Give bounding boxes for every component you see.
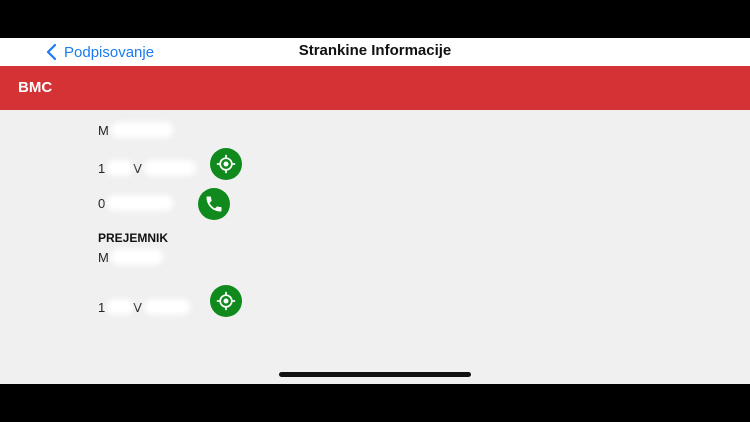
page-title: Strankine Informacije — [298, 42, 452, 59]
sender-address: 1 V — [98, 160, 196, 176]
customer-name: BMC — [18, 79, 53, 96]
redacted-text — [143, 299, 190, 315]
home-indicator[interactable] — [279, 372, 471, 377]
sender-name: M — [98, 122, 173, 138]
location-target-icon — [216, 291, 236, 311]
recipient-label: PREJEMNIK — [98, 231, 169, 245]
recipient-address-street: V — [133, 299, 142, 315]
redacted-text — [107, 195, 174, 211]
sender-name-text: M — [98, 122, 109, 138]
sender-address-street: V — [133, 160, 142, 176]
recipient-location-button[interactable] — [210, 285, 242, 317]
redacted-text — [107, 160, 134, 176]
recipient-name: M — [98, 249, 163, 265]
recipient-name-text: M — [98, 249, 109, 265]
redacted-text — [110, 249, 163, 265]
sender-phone: 0 — [98, 195, 174, 211]
location-target-icon — [216, 154, 236, 174]
sender-location-button[interactable] — [210, 148, 242, 180]
phone-icon — [206, 196, 222, 212]
call-button[interactable] — [198, 188, 230, 220]
recipient-address-number: 1 — [98, 299, 106, 315]
redacted-text — [107, 299, 134, 315]
redacted-text — [143, 160, 196, 176]
redacted-text — [110, 122, 173, 138]
sender-address-number: 1 — [98, 160, 106, 176]
sender-phone-number: 0 — [98, 195, 106, 211]
app-screen: Podpisovanje Strankine Informacije BMC M… — [0, 38, 750, 384]
navigation-bar: Podpisovanje Strankine Informacije — [0, 38, 750, 66]
recipient-address: 1 V — [98, 299, 190, 315]
customer-banner: BMC — [0, 66, 750, 110]
